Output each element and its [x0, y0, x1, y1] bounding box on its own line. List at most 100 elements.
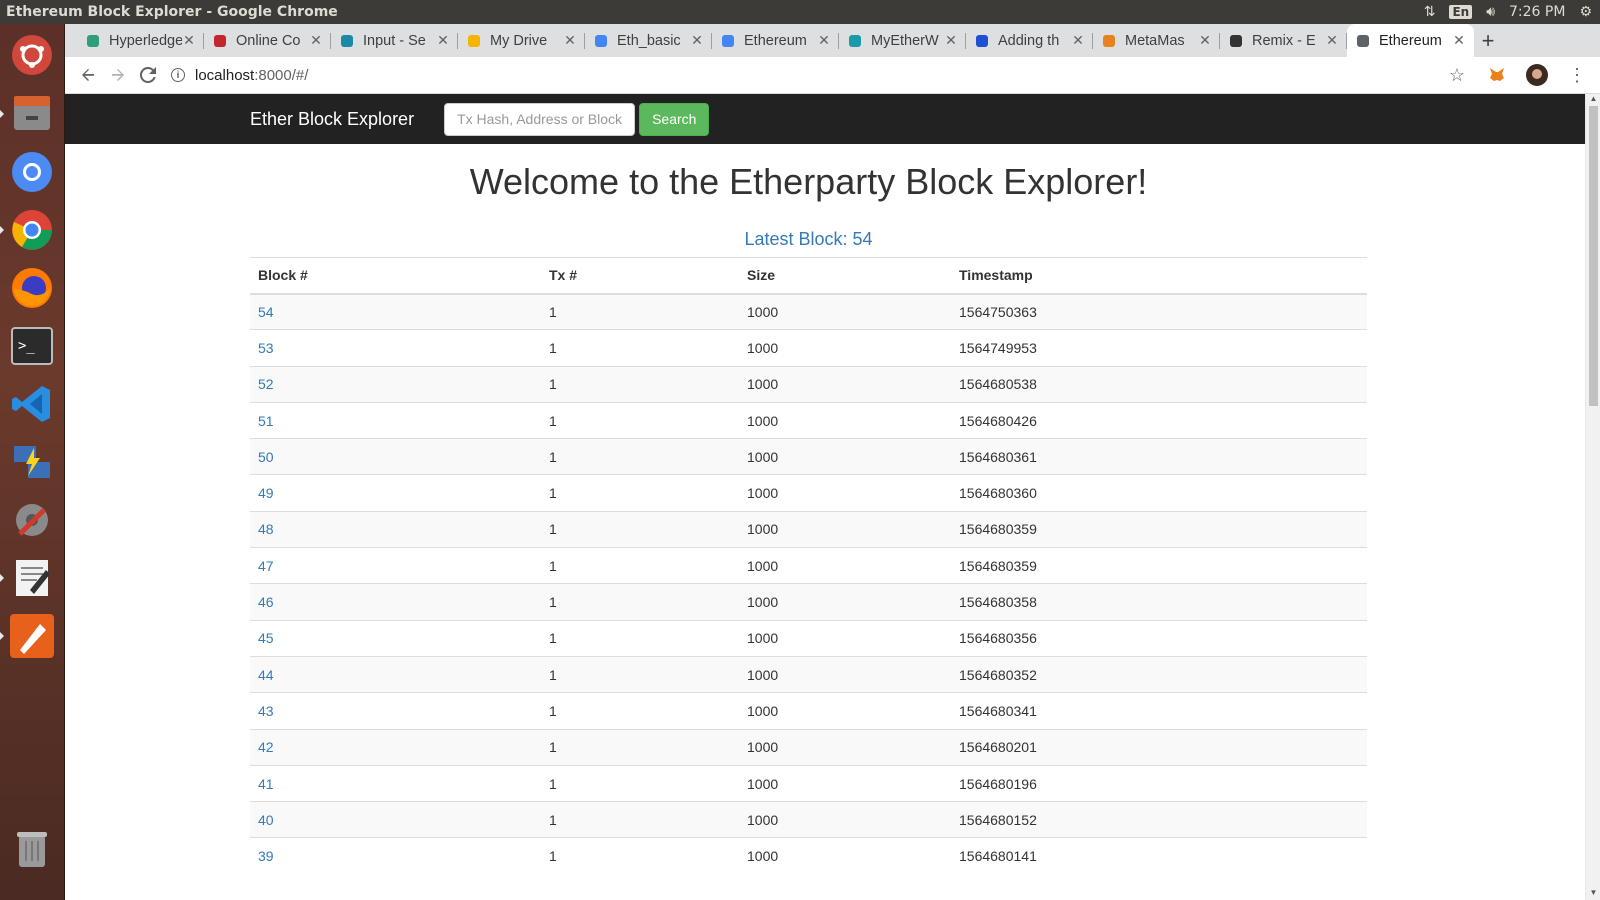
cell-timestamp: 1564680352	[951, 655, 1367, 693]
tab-close-icon[interactable]: ✕	[1452, 32, 1466, 49]
block-link[interactable]: 45	[258, 630, 274, 646]
tab-1[interactable]: Online Co ✕	[204, 24, 331, 57]
reload-button[interactable]	[133, 60, 163, 90]
block-link[interactable]: 44	[258, 667, 274, 683]
tab-2[interactable]: Input - Se ✕	[331, 24, 458, 57]
ethereum-icon	[1228, 33, 1244, 49]
cell-tx: 1	[541, 401, 739, 439]
tab-0[interactable]: Hyperledger ✕	[77, 24, 204, 57]
cell-block: 46	[250, 583, 541, 621]
cell-timestamp: 1564680426	[951, 401, 1367, 439]
tab-close-icon[interactable]: ✕	[817, 32, 831, 49]
chromium-icon[interactable]	[7, 147, 57, 197]
address-bar[interactable]: i localhost:8000/#/	[171, 60, 1442, 90]
terminal-icon[interactable]: >_	[7, 321, 57, 371]
system-gear-icon[interactable]: ⚙	[1579, 4, 1592, 20]
block-link[interactable]: 52	[258, 376, 274, 392]
volume-icon[interactable]: 🔊︎	[1486, 4, 1495, 20]
table-row: 42 1 1000 1564680201	[250, 728, 1367, 766]
firefox-icon[interactable]	[7, 263, 57, 313]
tab-label: Ethereum	[1379, 32, 1442, 49]
block-link[interactable]: 46	[258, 594, 274, 610]
scroll-up-arrow-icon[interactable]: ▲	[1586, 94, 1600, 106]
block-link[interactable]: 41	[258, 776, 274, 792]
cell-timestamp: 1564680196	[951, 764, 1367, 802]
files-icon[interactable]	[7, 89, 57, 139]
forward-button[interactable]	[103, 60, 133, 90]
search-button[interactable]: Search	[639, 102, 710, 136]
block-link[interactable]: 39	[258, 848, 274, 864]
svg-text:>_: >_	[18, 338, 35, 354]
tab-3[interactable]: My Drive ✕	[458, 24, 585, 57]
blocks-table: Block # Tx # Size Timestamp 54 1 1000 15647…	[250, 257, 1367, 875]
tab-close-icon[interactable]: ✕	[563, 32, 577, 49]
pen-tool-icon[interactable]	[7, 611, 57, 661]
cell-size: 1000	[739, 547, 951, 584]
block-link[interactable]: 42	[258, 739, 274, 755]
cell-size: 1000	[739, 474, 951, 512]
block-link[interactable]: 48	[258, 521, 274, 537]
system-settings-icon[interactable]	[7, 495, 57, 545]
block-link[interactable]: 50	[258, 449, 274, 465]
cell-timestamp: 1564680360	[951, 474, 1367, 512]
block-link[interactable]: 47	[258, 558, 274, 574]
site-brand[interactable]: Ether Block Explorer	[250, 109, 414, 130]
network-icon[interactable]	[7, 437, 57, 487]
tab-close-icon[interactable]: ✕	[1071, 32, 1085, 49]
scroll-thumb[interactable]	[1589, 106, 1598, 406]
block-link[interactable]: 53	[258, 340, 274, 356]
tab-close-icon[interactable]: ✕	[690, 32, 704, 49]
cell-block: 39	[250, 837, 541, 875]
ubuntu-dash-icon[interactable]	[7, 30, 57, 80]
cell-tx: 1	[541, 583, 739, 621]
tab-6[interactable]: MyEtherW ✕	[839, 24, 966, 57]
block-link[interactable]: 43	[258, 703, 274, 719]
metamask-extension-icon[interactable]	[1482, 60, 1512, 90]
tab-close-icon[interactable]: ✕	[1325, 32, 1339, 49]
scroll-down-arrow-icon[interactable]: ▼	[1586, 888, 1600, 900]
tab-close-icon[interactable]: ✕	[436, 32, 450, 49]
trash-icon[interactable]	[7, 824, 57, 874]
block-link[interactable]: 54	[258, 304, 274, 320]
search-input[interactable]	[444, 102, 636, 136]
cell-block: 45	[250, 619, 541, 657]
clock[interactable]: 7:26 PM	[1509, 4, 1565, 20]
back-arrow-icon	[82, 69, 94, 81]
new-tab-button[interactable]: +	[1474, 24, 1502, 57]
cell-block: 52	[250, 365, 541, 403]
site-info-icon[interactable]: i	[171, 68, 185, 82]
tab-4[interactable]: Eth_basic ✕	[585, 24, 712, 57]
block-link[interactable]: 51	[258, 413, 274, 429]
block-link[interactable]: 40	[258, 812, 274, 828]
tab-close-icon[interactable]: ✕	[309, 32, 323, 49]
cell-block: 49	[250, 474, 541, 512]
tab-close-icon[interactable]: ✕	[182, 32, 196, 49]
block-link[interactable]: 49	[258, 485, 274, 501]
profile-avatar-icon[interactable]	[1522, 60, 1552, 90]
vscode-icon[interactable]	[7, 379, 57, 429]
tab-5[interactable]: Ethereum ✕	[712, 24, 839, 57]
keyboard-layout-indicator[interactable]: En	[1449, 5, 1473, 19]
tab-label: Remix - E	[1252, 32, 1316, 49]
vertical-scrollbar[interactable]: ▲ ▼	[1585, 94, 1600, 900]
cell-timestamp: 1564750363	[951, 292, 1367, 330]
cell-size: 1000	[739, 401, 951, 439]
page-viewport: Ether Block Explorer Search Welcome to t…	[65, 94, 1600, 900]
tab-close-icon[interactable]: ✕	[944, 32, 958, 49]
tab-8[interactable]: MetaMas ✕	[1093, 24, 1220, 57]
chrome-menu-icon[interactable]: ⋮	[1562, 60, 1592, 90]
header-timestamp: Timestamp	[951, 257, 1367, 295]
tab-7[interactable]: Adding th ✕	[966, 24, 1093, 57]
text-editor-icon[interactable]	[7, 553, 57, 603]
chrome-icon[interactable]	[7, 205, 57, 255]
tab-close-icon[interactable]: ✕	[1198, 32, 1212, 49]
bookmark-star-icon[interactable]: ☆	[1442, 60, 1472, 90]
back-button[interactable]	[73, 60, 103, 90]
url-host: localhost	[195, 66, 255, 84]
tab-label: Eth_basic	[617, 32, 681, 49]
cell-block: 48	[250, 510, 541, 548]
coursera-icon	[212, 33, 228, 49]
tab-10[interactable]: Ethereum ✕	[1347, 24, 1474, 57]
network-transfer-icon[interactable]: ⇅	[1424, 4, 1436, 20]
tab-9[interactable]: Remix - E ✕	[1220, 24, 1347, 57]
